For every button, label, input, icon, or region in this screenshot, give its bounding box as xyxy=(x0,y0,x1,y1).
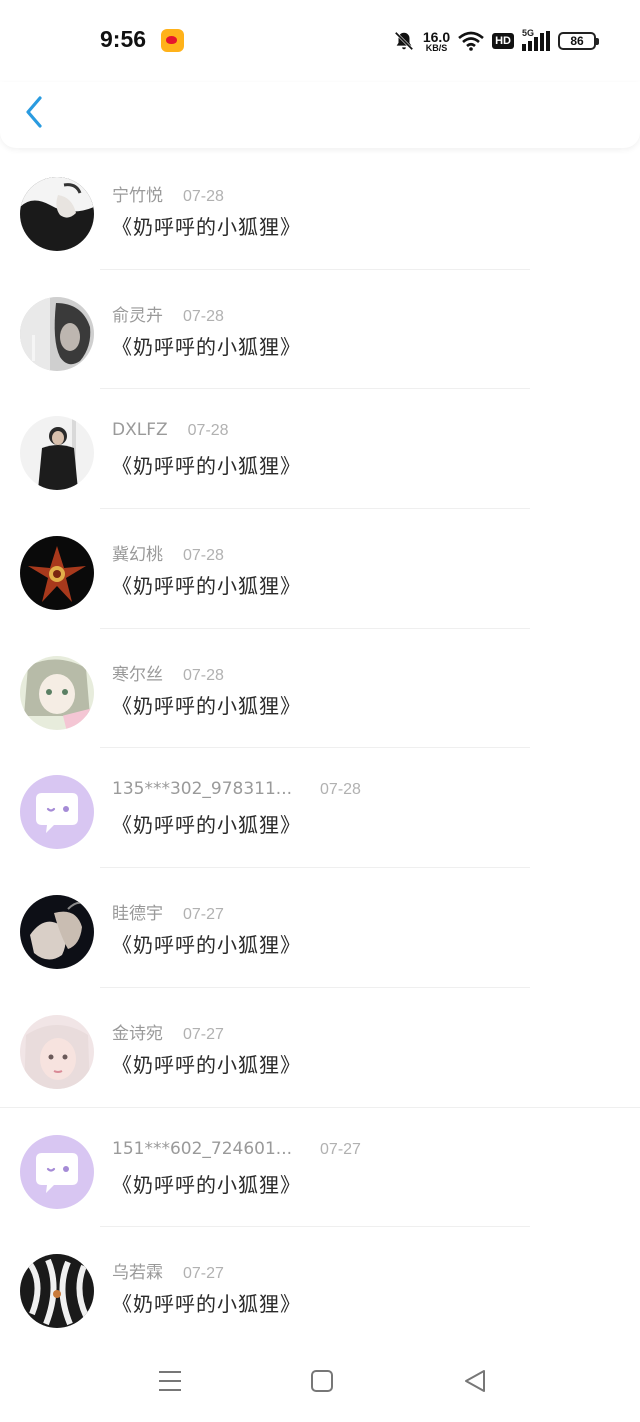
status-bar: 9:56 16.0 KB/S HD 5G 86 xyxy=(0,0,640,82)
message-date: 07-28 xyxy=(187,422,229,440)
message-list: 宁竹悦 07-28 《奶呼呼的小狐狸》 俞灵卉 07-28 《奶呼呼的小狐狸》 xyxy=(0,150,640,1347)
list-item[interactable]: 俞灵卉 07-28 《奶呼呼的小狐狸》 xyxy=(0,270,640,390)
message-text: 《奶呼呼的小狐狸》 xyxy=(112,1052,301,1077)
sender-name: 宁竹悦 xyxy=(112,186,163,206)
message-date: 07-27 xyxy=(183,1265,224,1283)
message-text: 《奶呼呼的小狐狸》 xyxy=(112,334,301,359)
message-meta: 乌若霖 07-27 xyxy=(112,1258,224,1283)
sender-name: 金诗宛 xyxy=(112,1023,163,1044)
battery-icon: 86 xyxy=(558,32,599,50)
avatar[interactable] xyxy=(20,177,94,251)
message-date: 07-28 xyxy=(183,307,224,325)
list-item[interactable]: 乌若霖 07-27 《奶呼呼的小狐狸》 xyxy=(0,1227,640,1347)
message-text: 《奶呼呼的小狐狸》 xyxy=(112,693,301,718)
top-bar xyxy=(0,82,640,148)
hd-badge: HD xyxy=(492,33,514,49)
message-meta: 眭德宇 07-27 xyxy=(112,899,224,924)
message-date: 07-28 xyxy=(183,547,224,565)
avatar[interactable] xyxy=(20,1014,94,1089)
message-date: 07-27 xyxy=(183,906,224,924)
sender-name: 眭德宇 xyxy=(112,904,163,925)
battery-level: 86 xyxy=(570,34,584,48)
speed-value: 16.0 xyxy=(422,28,451,45)
default-avatar-icon[interactable] xyxy=(20,1134,94,1209)
message-meta: 冀幻桃 07-28 xyxy=(112,540,224,565)
message-meta: 寒尔丝 07-28 xyxy=(112,660,224,685)
network-speed: 16.0 KB/S xyxy=(423,30,450,53)
signal-icon: 5G xyxy=(522,28,550,51)
message-meta: DXLFZ 07-28 xyxy=(112,420,229,440)
sender-name: DXLFZ xyxy=(112,420,168,441)
avatar[interactable] xyxy=(20,296,94,371)
message-date: 07-27 xyxy=(320,1140,361,1158)
back-chevron-icon[interactable] xyxy=(20,94,50,130)
sender-name: 乌若霖 xyxy=(112,1263,163,1284)
avatar[interactable] xyxy=(20,895,94,970)
status-icons: 16.0 KB/S HD 5G 86 xyxy=(393,27,599,55)
list-item[interactable]: 冀幻桃 07-28 《奶呼呼的小狐狸》 xyxy=(0,509,640,629)
message-date: 07-27 xyxy=(183,1025,224,1043)
message-text: 《奶呼呼的小狐狸》 xyxy=(112,215,301,239)
system-nav-bar xyxy=(0,1350,640,1422)
list-item[interactable]: 宁竹悦 07-28 《奶呼呼的小狐狸》 xyxy=(0,150,640,270)
avatar[interactable] xyxy=(20,536,94,611)
message-text: 《奶呼呼的小狐狸》 xyxy=(112,574,301,599)
message-text: 《奶呼呼的小狐狸》 xyxy=(112,813,301,838)
message-date: 07-28 xyxy=(183,188,224,205)
message-meta: 俞灵卉 07-28 xyxy=(112,301,224,326)
wifi-icon xyxy=(458,31,484,51)
list-item[interactable]: 135***302_978311... 07-28 《奶呼呼的小狐狸》 xyxy=(0,748,640,869)
sender-name: 151***602_724601... xyxy=(112,1138,293,1159)
mute-bell-icon xyxy=(394,31,414,51)
message-text: 《奶呼呼的小狐狸》 xyxy=(112,454,301,479)
message-text: 《奶呼呼的小狐狸》 xyxy=(112,1292,301,1317)
list-item[interactable]: 眭德宇 07-27 《奶呼呼的小狐狸》 xyxy=(0,868,640,988)
message-meta: 151***602_724601... 07-27 xyxy=(112,1139,361,1159)
message-date: 07-28 xyxy=(183,666,224,684)
default-avatar-icon[interactable] xyxy=(20,775,94,850)
sender-name: 俞灵卉 xyxy=(112,305,163,326)
message-text: 《奶呼呼的小狐狸》 xyxy=(112,1172,301,1197)
home-icon[interactable] xyxy=(307,1366,337,1396)
message-meta: 135***302_978311... 07-28 xyxy=(112,779,361,799)
sender-name: 135***302_978311... xyxy=(112,779,293,800)
list-item[interactable]: 151***602_724601... 07-27 《奶呼呼的小狐狸》 xyxy=(0,1108,640,1228)
status-time: 9:56 xyxy=(100,26,147,52)
speed-unit: KB/S xyxy=(425,42,448,53)
list-item[interactable]: DXLFZ 07-28 《奶呼呼的小狐狸》 xyxy=(0,389,640,510)
menu-icon[interactable] xyxy=(155,1366,185,1396)
avatar[interactable] xyxy=(20,655,94,730)
sender-name: 寒尔丝 xyxy=(112,664,163,685)
avatar[interactable] xyxy=(20,416,94,491)
sender-name: 冀幻桃 xyxy=(112,545,163,566)
avatar[interactable] xyxy=(20,1254,94,1329)
back-triangle-icon[interactable] xyxy=(460,1366,490,1396)
network-type: 5G xyxy=(522,28,535,38)
message-text: 《奶呼呼的小狐狸》 xyxy=(112,933,301,958)
message-date: 07-28 xyxy=(320,781,361,799)
weibo-app-icon xyxy=(161,29,184,52)
message-meta: 宁竹悦 07-28 xyxy=(112,181,224,206)
message-meta: 金诗宛 07-27 xyxy=(112,1019,224,1044)
list-item[interactable]: 金诗宛 07-27 《奶呼呼的小狐狸》 xyxy=(0,988,640,1108)
list-item[interactable]: 寒尔丝 07-28 《奶呼呼的小狐狸》 xyxy=(0,629,640,749)
